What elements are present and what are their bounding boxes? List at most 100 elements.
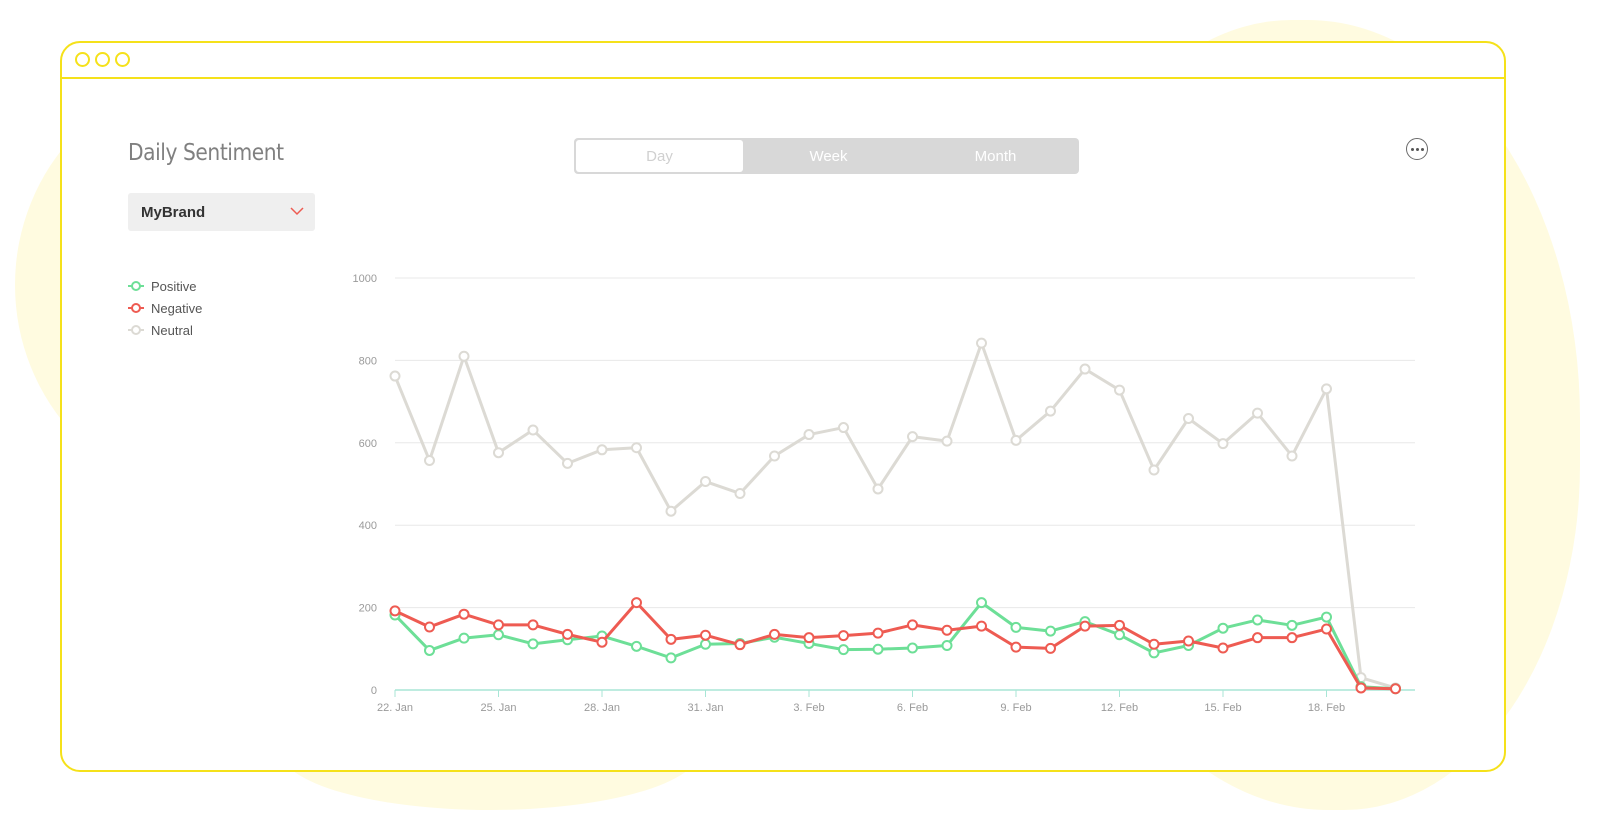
- x-tick-label: 22. Jan: [377, 702, 413, 714]
- browser-window: Daily Sentiment Day Week Month MyBrand P…: [60, 41, 1506, 772]
- data-point-negative: [976, 620, 987, 632]
- data-point-negative: [1045, 642, 1056, 654]
- data-point-neutral: [1010, 434, 1022, 446]
- data-point-neutral: [1321, 383, 1332, 395]
- data-point-negative: [493, 619, 504, 631]
- data-point-neutral: [1079, 363, 1091, 375]
- legend-marker-icon: [128, 281, 144, 291]
- y-tick-label: 400: [359, 520, 377, 532]
- data-point-negative: [1252, 632, 1263, 644]
- data-point-neutral: [665, 505, 677, 517]
- data-point-negative: [665, 633, 677, 645]
- data-point-positive: [665, 652, 677, 664]
- x-tick-label: 15. Feb: [1204, 702, 1241, 714]
- legend-marker-icon: [128, 303, 144, 313]
- legend-item-positive[interactable]: Positive: [128, 275, 202, 297]
- brand-select-value: MyBrand: [141, 204, 206, 221]
- data-point-neutral: [1114, 384, 1125, 396]
- data-point-negative: [1183, 635, 1194, 647]
- data-point-negative: [769, 628, 780, 640]
- data-point-negative: [1148, 638, 1160, 650]
- chevron-down-icon: [290, 207, 304, 216]
- data-point-negative: [1390, 683, 1401, 695]
- chart-legend: Positive Negative Neutral: [128, 275, 202, 341]
- data-point-negative: [734, 639, 746, 651]
- data-point-neutral: [527, 424, 539, 436]
- data-point-positive: [1045, 625, 1056, 637]
- data-point-neutral: [1286, 450, 1298, 462]
- data-point-neutral: [803, 429, 815, 441]
- y-tick-label: 800: [359, 355, 377, 367]
- data-point-positive: [458, 632, 470, 644]
- data-point-neutral: [941, 435, 953, 447]
- period-option-day[interactable]: Day: [576, 140, 743, 172]
- y-tick-label: 0: [371, 685, 377, 697]
- more-horizontal-icon-dot: [1415, 147, 1419, 151]
- x-tick-label: 12. Feb: [1101, 702, 1138, 714]
- legend-label: Negative: [151, 300, 203, 316]
- x-tick-label: 25. Jan: [480, 702, 516, 714]
- x-tick-label: 6. Feb: [897, 702, 928, 714]
- data-point-negative: [1217, 642, 1229, 654]
- data-point-positive: [424, 644, 435, 656]
- data-point-neutral: [838, 422, 849, 434]
- series-line-negative: [393, 601, 1397, 691]
- data-point-neutral: [596, 444, 608, 456]
- data-point-neutral: [1045, 405, 1056, 417]
- sentiment-line-chart: 0 200 400 600 800 1000 22. Jan 25. Jan 28. Jan 31…: [353, 273, 1415, 714]
- data-point-positive: [700, 638, 711, 650]
- data-point-positive: [1286, 619, 1298, 631]
- legend-item-negative[interactable]: Negative: [128, 297, 202, 319]
- data-point-negative: [1079, 620, 1091, 632]
- data-point-positive: [1252, 614, 1263, 626]
- data-point-neutral: [872, 483, 884, 495]
- window-control-dot[interactable]: [115, 52, 130, 67]
- data-point-negative: [700, 629, 711, 641]
- data-point-positive: [907, 642, 918, 654]
- period-option-month[interactable]: Month: [912, 138, 1079, 174]
- brand-select[interactable]: MyBrand: [128, 193, 315, 231]
- data-point-negative: [838, 630, 849, 642]
- window-control-dot[interactable]: [75, 52, 90, 67]
- data-point-positive: [1217, 622, 1229, 634]
- data-point-positive: [941, 640, 953, 652]
- period-option-week[interactable]: Week: [745, 138, 912, 174]
- legend-label: Neutral: [151, 322, 193, 338]
- data-point-neutral: [700, 476, 711, 488]
- data-point-neutral: [631, 442, 642, 454]
- x-tick-label: 28. Jan: [584, 702, 620, 714]
- data-point-negative: [1114, 619, 1125, 631]
- data-point-neutral: [562, 457, 573, 469]
- data-point-positive: [1010, 621, 1022, 633]
- y-tick-label: 600: [359, 438, 377, 450]
- x-tick-label: 31. Jan: [687, 702, 723, 714]
- series-line-neutral: [393, 341, 1397, 690]
- data-point-negative: [631, 597, 642, 609]
- data-point-neutral: [734, 487, 746, 499]
- data-point-negative: [562, 628, 573, 640]
- legend-label: Positive: [151, 278, 197, 294]
- data-point-positive: [976, 597, 987, 609]
- data-point-positive: [838, 644, 849, 656]
- page-title: Daily Sentiment: [128, 140, 284, 166]
- data-point-neutral: [976, 337, 987, 349]
- data-point-neutral: [1252, 407, 1263, 419]
- x-tick-label: 3. Feb: [793, 702, 824, 714]
- legend-item-neutral[interactable]: Neutral: [128, 319, 202, 341]
- data-point-neutral: [907, 431, 918, 443]
- more-options-button[interactable]: [1406, 138, 1428, 160]
- data-point-positive: [527, 638, 539, 650]
- data-point-neutral: [458, 350, 470, 362]
- window-control-dot[interactable]: [95, 52, 110, 67]
- y-tick-label: 1000: [353, 273, 377, 285]
- data-point-negative: [907, 619, 918, 631]
- data-point-negative: [1010, 641, 1022, 653]
- data-point-neutral: [1148, 464, 1160, 476]
- series-line-positive: [393, 601, 1397, 691]
- data-point-positive: [493, 629, 504, 641]
- data-point-neutral: [1183, 412, 1194, 424]
- data-point-negative: [1321, 623, 1332, 635]
- data-point-positive: [1321, 611, 1332, 623]
- window-titlebar: [62, 43, 1504, 79]
- data-point-positive: [631, 640, 642, 652]
